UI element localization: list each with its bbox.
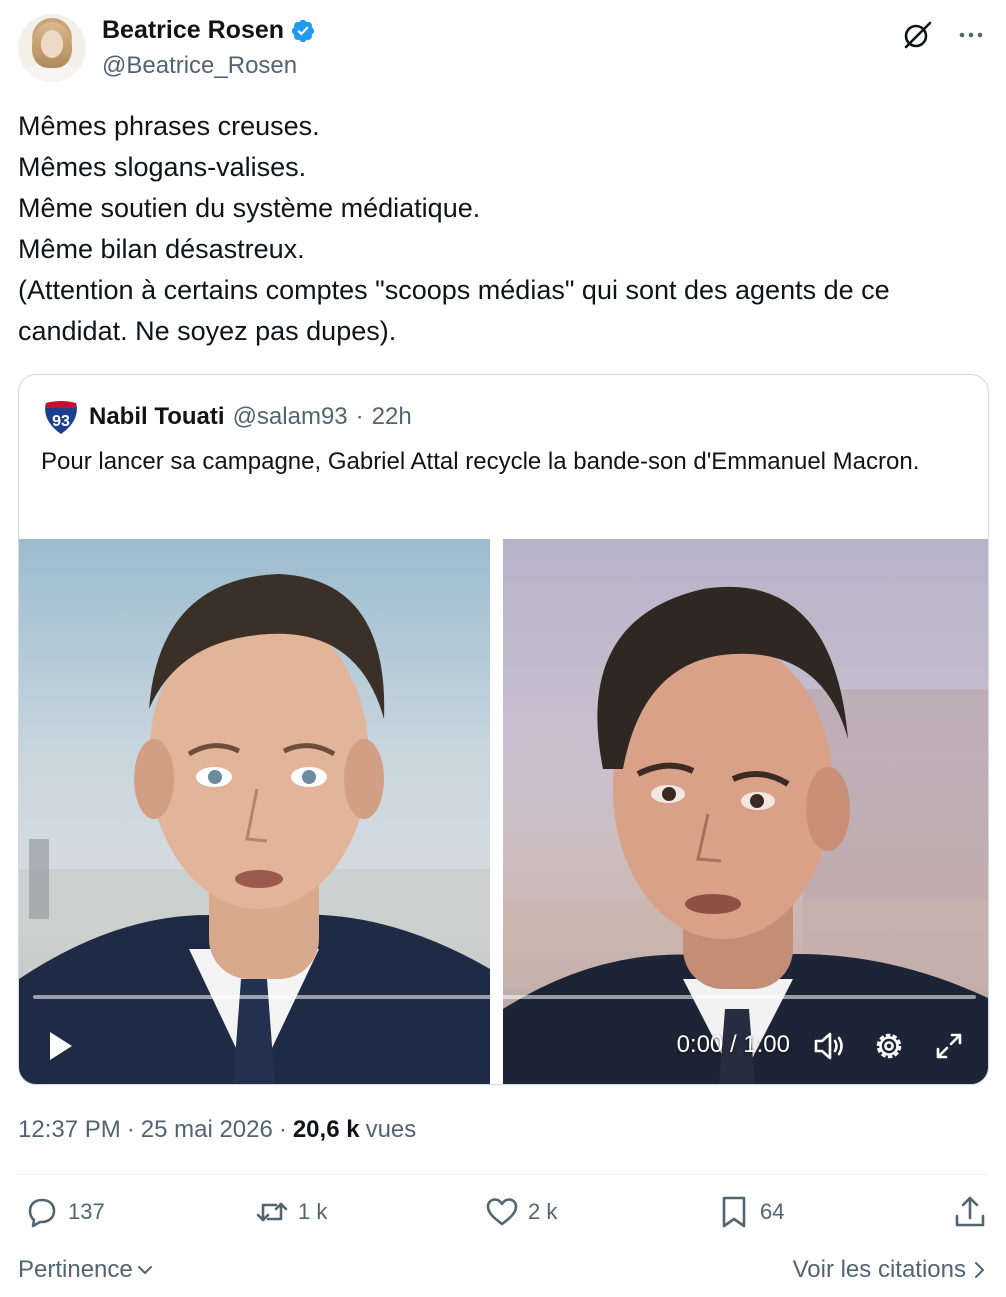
quoted-display-name[interactable]: Nabil Touati: [89, 403, 225, 431]
quoted-age[interactable]: 22h: [372, 403, 412, 431]
sort-label: Pertinence: [18, 1256, 133, 1283]
video-frame-left: [19, 539, 490, 1084]
quoted-tweet-header: 93 Nabil Touati @salam93 · 22h: [41, 397, 412, 437]
view-quotes-label: Voir les citations: [792, 1256, 966, 1283]
volume-icon[interactable]: [810, 1027, 848, 1065]
chevron-down-icon: [137, 1266, 152, 1274]
views-label: vues: [365, 1116, 417, 1143]
video-time: 0:00 / 1:00: [676, 1031, 790, 1058]
share-button[interactable]: [952, 1194, 988, 1230]
author-display-name[interactable]: Beatrice Rosen: [102, 16, 284, 45]
action-bar: 137 1 k 2 k 64: [18, 1194, 988, 1240]
repost-count: 1 k: [298, 1199, 328, 1224]
grok-icon[interactable]: [900, 18, 934, 52]
author-name-row: Beatrice Rosen: [102, 16, 316, 45]
replies-footer: Pertinence Voir les citations: [18, 1256, 988, 1286]
quoted-handle[interactable]: @salam93: [233, 403, 348, 431]
quoted-tweet-text: Pour lancer sa campagne, Gabriel Attal r…: [41, 448, 920, 475]
video-frame-right: [503, 539, 988, 1084]
gear-icon[interactable]: [870, 1027, 908, 1065]
reply-count: 137: [68, 1199, 105, 1224]
video-player[interactable]: 0:00 / 1:00: [19, 539, 988, 1084]
tweet-header: Beatrice Rosen @Beatrice_Rosen: [18, 14, 988, 82]
bookmark-icon: [722, 1196, 746, 1228]
author-handle[interactable]: @Beatrice_Rosen: [102, 52, 297, 80]
sort-dropdown[interactable]: Pertinence: [18, 1256, 155, 1284]
heart-icon: [486, 1198, 518, 1226]
repost-icon: [256, 1202, 288, 1222]
quoted-separator: ·: [355, 403, 364, 430]
tweet-time[interactable]: 12:37 PM: [18, 1116, 121, 1144]
views-count: 20,6 k: [292, 1116, 360, 1143]
tweet-meta: 12:37 PM · 25 mai 2026 · 20,6 k vues: [18, 1116, 416, 1144]
meta-separator: ·: [126, 1116, 135, 1143]
like-count: 2 k: [528, 1199, 558, 1224]
badge-number: 93: [52, 413, 70, 430]
tweet-date[interactable]: 25 mai 2026: [141, 1116, 273, 1144]
more-icon[interactable]: [954, 18, 988, 52]
interstate-badge-avatar[interactable]: 93: [41, 397, 81, 437]
video-progress-bar[interactable]: [33, 995, 976, 999]
meta-separator: ·: [278, 1116, 287, 1143]
quoted-tweet[interactable]: 93 Nabil Touati @salam93 · 22h Pour lanc…: [18, 374, 989, 1085]
reply-icon: [28, 1198, 56, 1228]
bookmark-button[interactable]: 64: [716, 1194, 784, 1230]
bookmark-count: 64: [760, 1199, 785, 1224]
expand-icon[interactable]: [930, 1027, 968, 1065]
tweet-text: Mêmes phrases creuses. Mêmes slogans-val…: [18, 111, 890, 346]
play-icon[interactable]: [45, 1029, 75, 1063]
video-controls: 0:00 / 1:00: [19, 1025, 988, 1069]
verified-badge-icon: [291, 19, 315, 42]
repost-button[interactable]: 1 k: [254, 1194, 327, 1230]
author-avatar[interactable]: [18, 14, 86, 82]
like-button[interactable]: 2 k: [484, 1194, 557, 1230]
view-quotes-link[interactable]: Voir les citations: [793, 1256, 988, 1284]
header-actions: [900, 18, 988, 52]
share-icon: [955, 1196, 985, 1227]
divider: [18, 1174, 988, 1175]
reply-button[interactable]: 137: [24, 1194, 105, 1230]
chevron-right-icon: [975, 1262, 984, 1278]
